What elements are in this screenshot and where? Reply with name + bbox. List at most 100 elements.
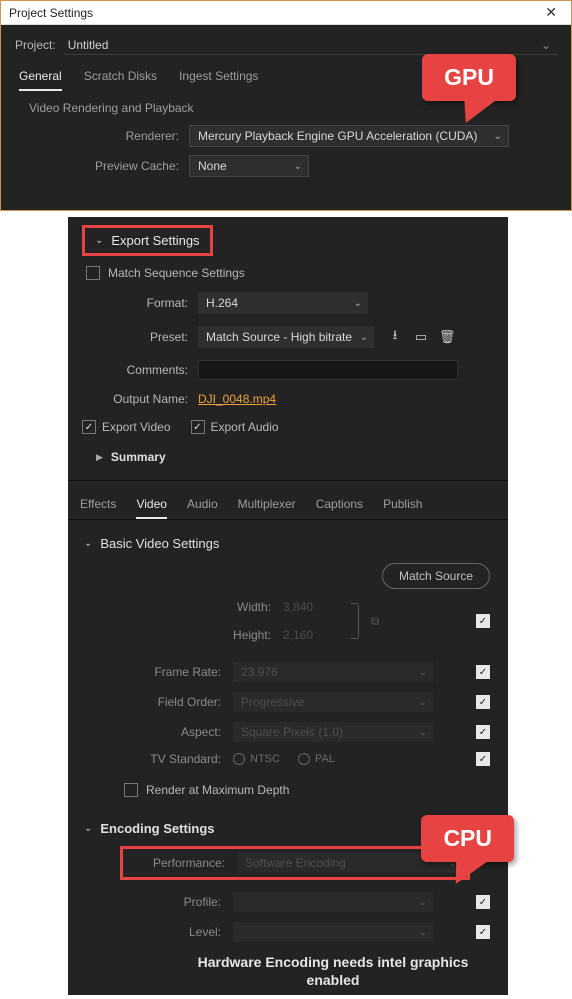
fieldorder-dropdown[interactable]: Progressive ⌄: [233, 692, 433, 712]
renderer-label: Renderer:: [29, 129, 189, 143]
cpu-callout-text: CPU: [443, 825, 492, 851]
tab-publish[interactable]: Publish: [383, 497, 422, 519]
level-match-checkbox[interactable]: [476, 925, 490, 939]
tvstd-match-checkbox[interactable]: [476, 752, 490, 766]
width-value[interactable]: 3,840: [283, 600, 345, 614]
tvstandard-label: TV Standard:: [68, 752, 233, 766]
project-name-value: Untitled: [68, 38, 109, 52]
titlebar: Project Settings ✕: [1, 1, 571, 25]
disclosure-triangle-icon[interactable]: ⌄: [84, 823, 92, 834]
framerate-value: 23.976: [241, 665, 278, 679]
encoding-settings-header: Encoding Settings: [100, 821, 214, 836]
tab-general[interactable]: General: [19, 69, 62, 91]
aspect-dropdown[interactable]: Square Pixels (1.0) ⌄: [233, 722, 433, 742]
save-preset-icon[interactable]: ▭: [414, 330, 428, 344]
project-settings-window: Project Settings ✕ Project: Untitled ⌄ G…: [0, 0, 572, 211]
level-dropdown[interactable]: ⌄: [233, 922, 433, 942]
project-label: Project:: [15, 38, 56, 52]
width-label: Width:: [233, 600, 283, 614]
link-icon[interactable]: ⧉: [371, 614, 380, 629]
preset-value: Match Source - High bitrate: [206, 330, 352, 344]
import-preset-icon[interactable]: ⭳: [388, 330, 402, 344]
summary-row[interactable]: ▶ Summary: [68, 444, 508, 476]
preview-cache-label: Preview Cache:: [29, 159, 189, 173]
format-value: H.264: [206, 296, 238, 310]
tab-effects[interactable]: Effects: [80, 497, 116, 519]
comments-input[interactable]: [198, 360, 458, 380]
export-audio-checkbox[interactable]: [191, 420, 205, 434]
gpu-callout: GPU: [422, 54, 516, 101]
profile-label: Profile:: [68, 895, 233, 909]
chevron-down-icon: ⌄: [419, 727, 427, 738]
chevron-down-icon: ⌄: [354, 298, 362, 309]
max-depth-label: Render at Maximum Depth: [146, 783, 289, 797]
window-title: Project Settings: [9, 6, 539, 20]
framerate-match-checkbox[interactable]: [476, 665, 490, 679]
tvstd-ntsc-radio[interactable]: NTSC: [233, 753, 280, 765]
format-label: Format:: [68, 296, 198, 310]
export-settings-header-highlight: ⌄ Export Settings: [82, 225, 213, 256]
aspect-match-checkbox[interactable]: [476, 725, 490, 739]
export-audio-label: Export Audio: [211, 420, 279, 434]
disclosure-triangle-icon[interactable]: ⌄: [84, 538, 92, 549]
height-value[interactable]: 2,160: [283, 628, 345, 642]
renderer-value: Mercury Playback Engine GPU Acceleration…: [198, 129, 477, 143]
chevron-down-icon: ⌄: [419, 697, 427, 708]
chevron-down-icon: ⌄: [494, 131, 502, 142]
export-tabs: Effects Video Audio Multiplexer Captions…: [68, 485, 508, 519]
max-depth-checkbox[interactable]: [124, 783, 138, 797]
format-dropdown[interactable]: H.264 ⌄: [198, 292, 368, 314]
level-label: Level:: [68, 925, 233, 939]
performance-value: Software Encoding: [245, 856, 346, 870]
project-name-field[interactable]: Untitled ⌄: [64, 35, 557, 55]
tab-video[interactable]: Video: [136, 497, 166, 519]
chevron-down-icon: ⌄: [360, 332, 368, 343]
output-name-label: Output Name:: [68, 392, 198, 406]
framerate-label: Frame Rate:: [68, 665, 233, 679]
cpu-callout: CPU: [421, 815, 514, 862]
fieldorder-match-checkbox[interactable]: [476, 695, 490, 709]
disclosure-triangle-icon: ▶: [96, 452, 103, 463]
tab-ingest-settings[interactable]: Ingest Settings: [179, 69, 258, 91]
hardware-encoding-note: Hardware Encoding needs intel graphics e…: [188, 953, 478, 989]
tab-scratch-disks[interactable]: Scratch Disks: [84, 69, 157, 91]
aspect-label: Aspect:: [68, 725, 233, 739]
profile-dropdown[interactable]: ⌄: [233, 892, 433, 912]
fieldorder-label: Field Order:: [68, 695, 233, 709]
performance-row-highlight: Performance: Software Encoding ⌄: [120, 846, 470, 880]
export-video-label: Export Video: [102, 420, 171, 434]
export-settings-panel: ⌄ Export Settings Match Sequence Setting…: [68, 217, 508, 995]
performance-label: Performance:: [127, 856, 237, 870]
preview-cache-value: None: [198, 159, 227, 173]
chevron-down-icon: ⌄: [541, 38, 551, 52]
chevron-down-icon: ⌄: [419, 927, 427, 938]
gpu-callout-text: GPU: [444, 64, 494, 90]
tab-multiplexer[interactable]: Multiplexer: [238, 497, 296, 519]
comments-label: Comments:: [68, 363, 198, 377]
summary-label: Summary: [111, 450, 166, 464]
preset-label: Preset:: [68, 330, 198, 344]
chevron-down-icon: ⌄: [294, 161, 302, 172]
export-video-checkbox[interactable]: [82, 420, 96, 434]
profile-match-checkbox[interactable]: [476, 895, 490, 909]
match-sequence-checkbox[interactable]: [86, 266, 100, 280]
fieldorder-value: Progressive: [241, 695, 304, 709]
aspect-value: Square Pixels (1.0): [241, 725, 343, 739]
match-source-button[interactable]: Match Source: [382, 563, 490, 589]
framerate-dropdown[interactable]: 23.976 ⌄: [233, 662, 433, 682]
height-label: Height:: [233, 628, 283, 642]
tvstd-pal-radio[interactable]: PAL: [298, 753, 335, 765]
tab-captions[interactable]: Captions: [316, 497, 363, 519]
output-name-link[interactable]: DJI_0048.mp4: [198, 392, 276, 406]
tab-audio[interactable]: Audio: [187, 497, 218, 519]
preview-cache-dropdown[interactable]: None ⌄: [189, 155, 309, 177]
chevron-down-icon: ⌄: [419, 667, 427, 678]
preset-dropdown[interactable]: Match Source - High bitrate ⌄: [198, 326, 374, 348]
export-settings-header: Export Settings: [111, 233, 199, 248]
renderer-dropdown[interactable]: Mercury Playback Engine GPU Acceleration…: [189, 125, 509, 147]
dimensions-match-checkbox[interactable]: [476, 614, 490, 628]
delete-preset-icon[interactable]: 🗑: [440, 330, 454, 344]
basic-video-settings-header: Basic Video Settings: [100, 536, 219, 551]
disclosure-triangle-icon[interactable]: ⌄: [95, 235, 103, 246]
close-icon[interactable]: ✕: [539, 4, 563, 21]
